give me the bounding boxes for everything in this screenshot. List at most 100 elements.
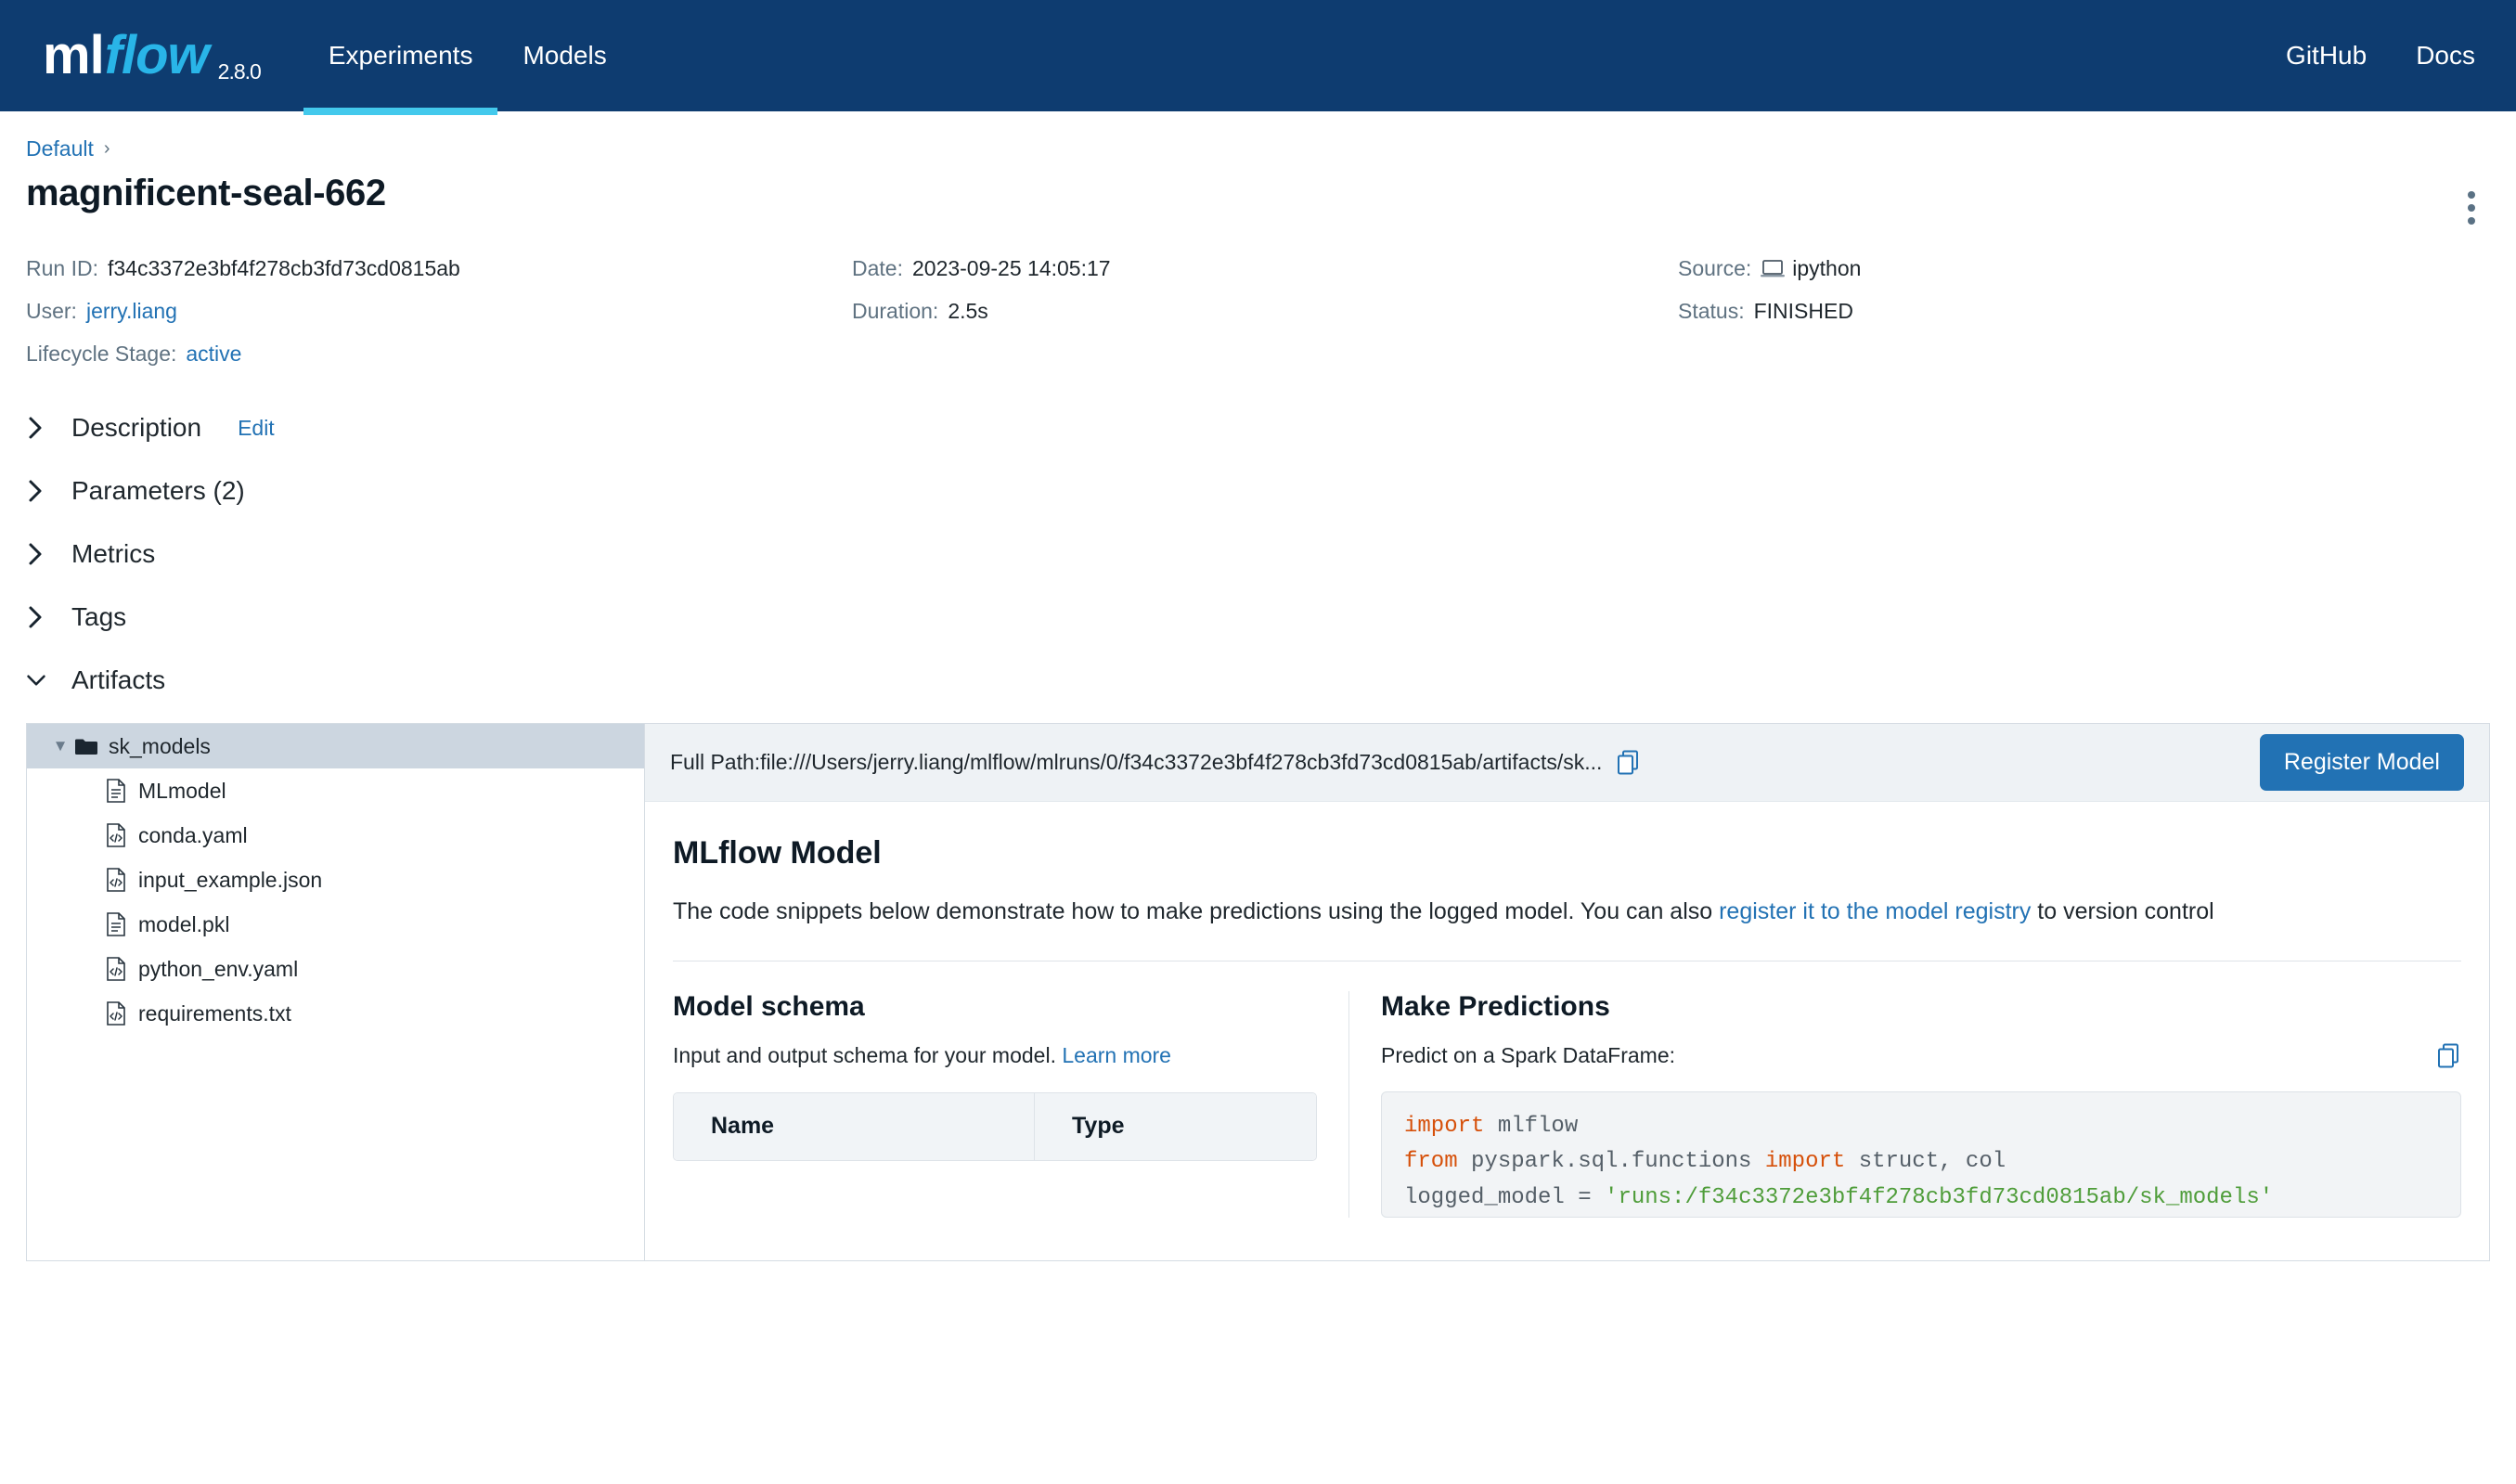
meta-source-value: ipython	[1792, 256, 1862, 280]
meta-lifecycle: Lifecycle Stage: active	[26, 342, 852, 367]
section-tags[interactable]: Tags	[26, 586, 2490, 649]
nav-tab-experiments[interactable]: Experiments	[303, 4, 498, 115]
schema-col-name: Name	[711, 1113, 775, 1139]
tree-item-label: sk_models	[109, 733, 211, 758]
predict-label-row: Predict on a Spark DataFrame:	[1381, 1043, 2461, 1069]
nav-tab-models-label: Models	[523, 41, 607, 70]
meta-duration-value: 2.5s	[948, 299, 988, 323]
code-token: import	[1764, 1149, 1846, 1175]
meta-user: User: jerry.liang	[26, 299, 852, 324]
meta-run-id-value: f34c3372e3bf4f278cb3fd73cd0815ab	[107, 256, 460, 280]
mlflow-model-description: The code snippets below demonstrate how …	[673, 896, 2445, 929]
top-navbar: ml flow 2.8.0 Experiments Models GitHub D…	[0, 0, 2516, 115]
code-file-icon	[101, 823, 131, 847]
prediction-code-block[interactable]: import mlflow from pyspark.sql.functions…	[1381, 1090, 2461, 1219]
make-predictions-heading: Make Predictions	[1381, 990, 1610, 1022]
model-desc-before: The code snippets below demonstrate how …	[673, 898, 1720, 924]
code-token: mlflow	[1484, 1113, 1579, 1139]
meta-source: Source: ipython	[1678, 256, 2490, 281]
meta-status: Status: FINISHED	[1678, 299, 2490, 324]
section-metrics-label: Metrics	[71, 539, 156, 568]
code-file-icon	[101, 1001, 131, 1026]
model-schema-heading: Model schema	[673, 990, 865, 1022]
description-edit-link[interactable]: Edit	[238, 416, 275, 441]
tree-item-input-example-json[interactable]: input_example.json	[27, 858, 644, 902]
meta-source-label: Source:	[1678, 256, 1752, 280]
section-artifacts-label: Artifacts	[71, 665, 166, 694]
meta-lifecycle-value[interactable]: active	[186, 342, 241, 367]
artifact-detail-pane: Full Path:file:///Users/jerry.liang/mlfl…	[645, 724, 2489, 1260]
section-metrics[interactable]: Metrics	[26, 523, 2490, 586]
tree-item-label: input_example.json	[138, 867, 323, 892]
kebab-dot-3	[2468, 217, 2475, 225]
tree-item-python-env-yaml[interactable]: python_env.yaml	[27, 947, 644, 991]
breadcrumb: Default ›	[26, 111, 2490, 161]
title-row: magnificent-seal-662	[26, 173, 2490, 234]
file-icon	[101, 912, 131, 936]
chevron-right-icon	[26, 542, 46, 566]
breadcrumb-default-link[interactable]: Default	[26, 136, 94, 161]
meta-date: Date: 2023-09-25 14:05:17	[852, 256, 1678, 281]
tree-item-label: MLmodel	[138, 778, 226, 803]
kebab-menu-icon[interactable]	[2453, 182, 2490, 234]
tree-item-sk_models[interactable]: ▼ sk_models	[27, 724, 644, 768]
tree-item-model-pkl[interactable]: model.pkl	[27, 902, 644, 947]
chevron-down-icon	[26, 672, 46, 689]
tree-item-requirements-txt[interactable]: requirements.txt	[27, 991, 644, 1036]
mlflow-model-heading: MLflow Model	[673, 835, 882, 871]
section-description-label: Description	[71, 413, 202, 442]
section-description[interactable]: Description Edit	[26, 396, 2490, 459]
schema-learn-more-link[interactable]: Learn more	[1062, 1043, 1171, 1067]
logo-ml-text: ml	[43, 25, 105, 85]
chevron-right-icon	[26, 416, 46, 440]
code-line: import mlflow	[1404, 1109, 2438, 1145]
model-schema-column: Model schema Input and output schema for…	[673, 991, 1348, 1219]
schema-table: Name Type	[673, 1091, 1317, 1161]
meta-lifecycle-label: Lifecycle Stage:	[26, 342, 177, 366]
code-token: pyspark.sql.functions	[1457, 1149, 1765, 1175]
section-artifacts[interactable]: Artifacts	[26, 649, 2490, 712]
section-parameters[interactable]: Parameters (2)	[26, 459, 2490, 523]
schema-table-header-row: Name Type	[674, 1092, 1316, 1160]
tree-item-label: model.pkl	[138, 911, 230, 936]
page-content: Default › magnificent-seal-662 Run ID: f…	[0, 111, 2516, 1261]
register-model-registry-link[interactable]: register it to the model registry	[1719, 898, 2031, 924]
meta-user-label: User:	[26, 299, 77, 323]
caret-down-icon[interactable]: ▼	[49, 737, 71, 755]
tree-item-label: requirements.txt	[138, 1000, 291, 1026]
nav-link-github[interactable]: GitHub	[2286, 41, 2367, 71]
folder-icon	[71, 737, 101, 756]
schema-col-type: Type	[1034, 1092, 1316, 1160]
nav-link-docs[interactable]: Docs	[2416, 41, 2475, 71]
status-badge: FINISHED	[1753, 299, 1853, 323]
version-label: 2.8.0	[217, 59, 262, 84]
model-schema-subtitle: Input and output schema for your model. …	[673, 1043, 1317, 1068]
register-model-button[interactable]: Register Model	[2259, 734, 2464, 791]
laptop-icon	[1761, 259, 1786, 284]
tree-item-label: python_env.yaml	[138, 956, 299, 981]
make-predictions-column: Make Predictions Predict on a Spark Data…	[1348, 990, 2461, 1219]
tree-item-MLmodel[interactable]: MLmodel	[27, 768, 644, 813]
model-desc-after: to version control	[2031, 898, 2214, 924]
code-file-icon	[101, 957, 131, 981]
kebab-dot-2	[2468, 204, 2475, 212]
tree-item-label: conda.yaml	[138, 822, 248, 847]
code-token: logged_model =	[1404, 1185, 1606, 1211]
code-line: from pyspark.sql.functions import struct…	[1404, 1144, 2438, 1181]
mlflow-logo[interactable]: ml flow 2.8.0	[43, 0, 303, 111]
copy-icon[interactable]	[2437, 1043, 2461, 1069]
kebab-dot-1	[2468, 191, 2475, 199]
tree-item-conda-yaml[interactable]: conda.yaml	[27, 813, 644, 858]
artifacts-panel: ▼ sk_models MLmodel conda.yaml input_exa…	[26, 723, 2490, 1261]
meta-user-value[interactable]: jerry.liang	[86, 299, 177, 324]
page-title: magnificent-seal-662	[26, 173, 386, 213]
nav-tab-models[interactable]: Models	[497, 4, 631, 115]
collapsible-sections: Description Edit Parameters (2) Metrics …	[26, 396, 2490, 712]
code-token: 'runs:/f34c3372e3bf4f278cb3fd73cd0815ab/…	[1605, 1185, 2274, 1211]
copy-icon[interactable]	[1617, 750, 1641, 776]
meta-duration: Duration: 2.5s	[852, 299, 1678, 324]
logo-flow-text: flow	[104, 25, 210, 85]
code-token: struct, col	[1845, 1149, 2006, 1175]
chevron-right-icon	[26, 605, 46, 629]
meta-run-id: Run ID: f34c3372e3bf4f278cb3fd73cd0815ab	[26, 256, 852, 281]
